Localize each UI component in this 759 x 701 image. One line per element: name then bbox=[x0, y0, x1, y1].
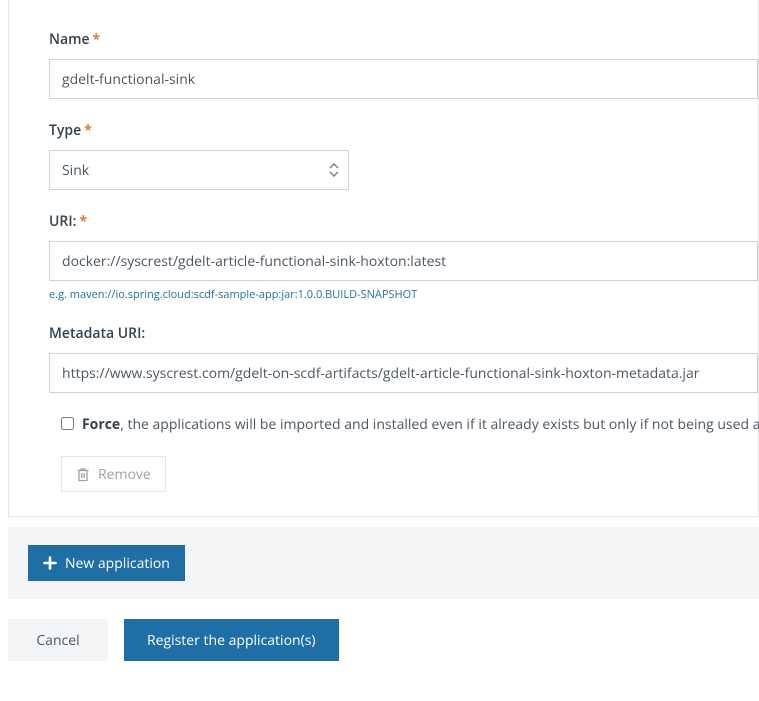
metadata-label: Metadata URI: bbox=[49, 324, 145, 343]
new-application-button[interactable]: New application bbox=[28, 545, 185, 581]
new-application-label: New application bbox=[65, 554, 170, 573]
cancel-label: Cancel bbox=[36, 631, 79, 650]
uri-input[interactable] bbox=[49, 241, 758, 281]
required-asterisk: * bbox=[79, 212, 87, 231]
register-label: Register the application(s) bbox=[147, 631, 316, 650]
name-group: Name* bbox=[49, 30, 758, 99]
register-button[interactable]: Register the application(s) bbox=[124, 619, 339, 661]
trash-icon bbox=[76, 467, 90, 482]
remove-label: Remove bbox=[98, 465, 151, 484]
force-checkbox[interactable] bbox=[61, 417, 74, 430]
metadata-input[interactable] bbox=[49, 353, 758, 393]
type-label: Type bbox=[49, 121, 81, 140]
type-group: Type* Sink bbox=[49, 121, 758, 190]
name-input[interactable] bbox=[49, 59, 758, 99]
uri-group: URI:* e.g. maven://io.spring.cloud:scdf-… bbox=[49, 212, 758, 302]
uri-help-text: e.g. maven://io.spring.cloud:scdf-sample… bbox=[49, 287, 758, 302]
type-select[interactable]: Sink bbox=[49, 150, 349, 190]
name-label: Name bbox=[49, 30, 90, 49]
footer-actions: Cancel Register the application(s) bbox=[8, 619, 759, 661]
app-form-card: Name* Type* Sink URI:* e.g. maven://io.s… bbox=[8, 0, 759, 517]
metadata-group: Metadata URI: bbox=[49, 324, 758, 393]
plus-icon bbox=[43, 556, 57, 570]
required-asterisk: * bbox=[93, 30, 101, 49]
required-asterisk: * bbox=[84, 121, 92, 140]
cancel-button[interactable]: Cancel bbox=[8, 619, 108, 661]
uri-label: URI: bbox=[49, 212, 76, 231]
force-description: Force, the applications will be imported… bbox=[82, 415, 759, 434]
remove-button[interactable]: Remove bbox=[61, 456, 166, 492]
force-row: Force, the applications will be imported… bbox=[49, 415, 758, 434]
type-select-wrap: Sink bbox=[49, 150, 349, 190]
new-app-strip: New application bbox=[8, 527, 759, 599]
